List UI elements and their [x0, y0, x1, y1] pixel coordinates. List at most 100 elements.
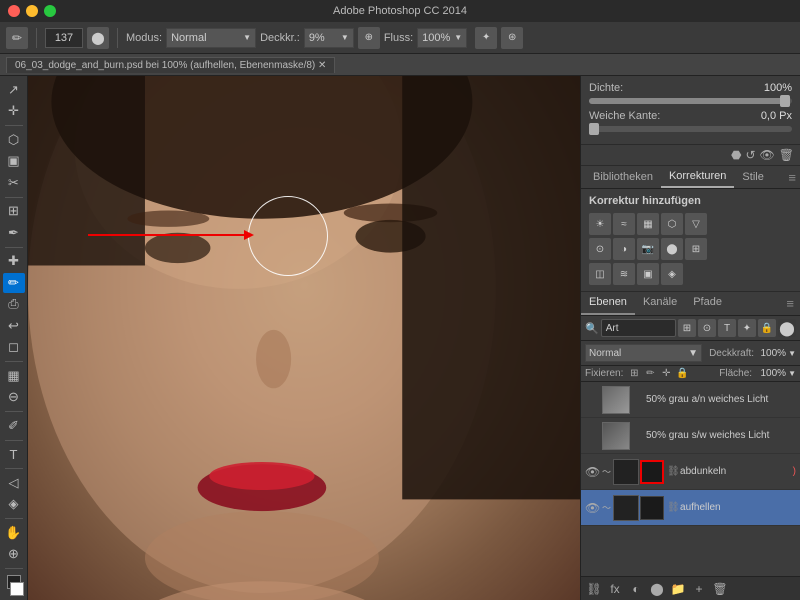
filter-toggle[interactable]: ⬤	[778, 319, 796, 337]
fix-lock-icon[interactable]: 🔒	[675, 368, 689, 379]
korrektur-cmyk[interactable]: ⬤	[661, 238, 683, 260]
flaeche-chevron[interactable]: ▼	[788, 369, 796, 378]
tab-stile[interactable]: Stile	[734, 167, 771, 187]
minimize-button[interactable]	[26, 5, 38, 17]
korrektur-balance[interactable]: ⊙	[589, 238, 611, 260]
layer-search-box[interactable]: Art	[601, 319, 676, 337]
korrektur-lookup[interactable]: ◈	[661, 263, 683, 285]
korrektur-curves[interactable]: ≈	[613, 213, 635, 235]
tool-shape[interactable]: ◈	[3, 495, 25, 515]
tool-lasso[interactable]: ⬡	[3, 130, 25, 150]
korrektur-brightness[interactable]: ☀	[589, 213, 611, 235]
modus-chevron: ▼	[243, 33, 251, 42]
maximize-button[interactable]	[44, 5, 56, 17]
tool-crop[interactable]: ⊞	[3, 202, 25, 222]
mask-icon-3[interactable]: 👁	[760, 148, 775, 162]
korrektur-grid[interactable]: ⊞	[685, 238, 707, 260]
tab-kanaele[interactable]: Kanäle	[635, 292, 685, 315]
airbrush-icon[interactable]: ⊕	[358, 27, 380, 49]
layer-item[interactable]: 50% grau s/w weiches Licht	[581, 418, 800, 454]
tool-select[interactable]: ↗	[3, 80, 25, 100]
korrektur-photo[interactable]: 📷	[637, 238, 659, 260]
tool-eyedropper[interactable]: ✒	[3, 223, 25, 243]
tool-pen[interactable]: ✐	[3, 416, 25, 436]
deckkraft-chevron[interactable]: ▼	[788, 349, 796, 358]
blend-mode-dropdown[interactable]: Normal ▼	[585, 344, 702, 362]
korrektur-levels[interactable]: ▦	[637, 213, 659, 235]
brush-preview-icon[interactable]: ⬤	[87, 27, 109, 49]
ebenen-menu[interactable]: ≡	[780, 292, 800, 315]
tool-move[interactable]: ✛	[3, 102, 25, 122]
document-tab[interactable]: 06_03_dodge_and_burn.psd bei 100% (aufhe…	[6, 57, 335, 73]
fix-move-icon[interactable]: ✛	[659, 368, 673, 379]
fluss-dropdown[interactable]: 100% ▼	[417, 28, 467, 48]
tool-stamp[interactable]: ⎙	[3, 295, 25, 315]
canvas-area[interactable]	[28, 76, 580, 600]
tool-zoom[interactable]: ⊕	[3, 545, 25, 565]
tool-type[interactable]: T	[3, 445, 25, 465]
fix-checkerboard-icon[interactable]: ⊞	[627, 368, 641, 379]
layer-item[interactable]: 👁 〜 ⛓ aufhellen	[581, 490, 800, 526]
korrektur-gradient[interactable]: ▽	[685, 213, 707, 235]
tab-pfade[interactable]: Pfade	[685, 292, 730, 315]
tool-brush[interactable]: ✏	[3, 273, 25, 293]
filter-icon-1[interactable]: ⊞	[678, 319, 696, 337]
tool-marquee[interactable]: ▣	[3, 152, 25, 172]
new-group-icon[interactable]: 📁	[669, 580, 687, 598]
filter-icon-2[interactable]: ⊙	[698, 319, 716, 337]
panel-menu-icon[interactable]: ≡	[788, 170, 796, 185]
layer-mask-thumbnail[interactable]	[640, 460, 664, 484]
tool-eraser[interactable]: ◻	[3, 338, 25, 358]
korrektur-posterize[interactable]: ≋	[613, 263, 635, 285]
layers-list: 50% grau a/n weiches Licht 50% grau s/w …	[581, 382, 800, 576]
layer-item[interactable]: 👁 〜 ⛓ abdunkeln )	[581, 454, 800, 490]
mask-icon-4[interactable]: 🗑	[779, 148, 794, 162]
link-layers-icon[interactable]: ⛓	[585, 580, 603, 598]
mask-icon-2[interactable]: ↺	[745, 148, 755, 162]
fix-brush-icon[interactable]: ✏	[643, 368, 657, 379]
tool-gradient[interactable]: ▦	[3, 366, 25, 386]
dichte-thumb[interactable]	[780, 95, 790, 107]
tab-korrekturen[interactable]: Korrekturen	[661, 166, 734, 188]
add-style-icon[interactable]: fx	[606, 580, 624, 598]
brush-tool-icon[interactable]: ✏	[6, 27, 28, 49]
new-layer-icon[interactable]: +	[690, 580, 708, 598]
korrektur-bw[interactable]: ◑	[613, 238, 635, 260]
layer-item[interactable]: 50% grau a/n weiches Licht	[581, 382, 800, 418]
deckk-dropdown[interactable]: 9% ▼	[304, 28, 354, 48]
tab-bibliotheken[interactable]: Bibliotheken	[585, 167, 661, 187]
tool-hand[interactable]: ✋	[3, 523, 25, 543]
brush-size-input[interactable]	[45, 28, 83, 48]
modus-dropdown[interactable]: Normal ▼	[166, 28, 256, 48]
tool-magic[interactable]: ✂	[3, 173, 25, 193]
main-area: ↗ ✛ ⬡ ▣ ✂ ⊞ ✒ ✚ ✏ ⎙ ↩ ◻ ▦ ⊖ ✐ T ◁ ◈ ✋ ⊕	[0, 76, 800, 600]
tool-heal[interactable]: ✚	[3, 252, 25, 272]
korrektur-invert[interactable]: ◫	[589, 263, 611, 285]
ebenen-bottom-bar: ⛓ fx ◐ ⬤ 📁 + 🗑	[581, 576, 800, 600]
tool-history[interactable]: ↩	[3, 316, 25, 336]
add-mask-icon[interactable]: ◐	[627, 580, 645, 598]
layer-mask-thumbnail[interactable]	[640, 496, 664, 520]
fixieren-label: Fixieren:	[585, 368, 623, 379]
tablet-icon[interactable]: ✦	[475, 27, 497, 49]
weiche-kante-thumb[interactable]	[589, 123, 599, 135]
layer-visibility-icon[interactable]: 👁	[585, 501, 599, 515]
tool-dodge[interactable]: ⊖	[3, 388, 25, 408]
layer-visibility-icon[interactable]: 👁	[585, 465, 599, 479]
tab-ebenen[interactable]: Ebenen	[581, 292, 635, 315]
dichte-slider[interactable]	[589, 98, 792, 104]
tool-sep-8	[5, 518, 23, 519]
delete-layer-icon[interactable]: 🗑	[711, 580, 729, 598]
angle-icon[interactable]: ⊛	[501, 27, 523, 49]
weiche-kante-slider[interactable]	[589, 126, 792, 132]
tool-path-select[interactable]: ◁	[3, 473, 25, 493]
filter-icon-4[interactable]: ✦	[738, 319, 756, 337]
background-color[interactable]	[10, 582, 24, 596]
filter-icon-5[interactable]: 🔒	[758, 319, 776, 337]
filter-icon-3[interactable]: T	[718, 319, 736, 337]
close-button[interactable]	[8, 5, 20, 17]
korrektur-threshold[interactable]: ▣	[637, 263, 659, 285]
mask-icon-1[interactable]: ⬣	[731, 148, 741, 162]
new-adjustment-icon[interactable]: ⬤	[648, 580, 666, 598]
korrektur-hsl[interactable]: ⬡	[661, 213, 683, 235]
